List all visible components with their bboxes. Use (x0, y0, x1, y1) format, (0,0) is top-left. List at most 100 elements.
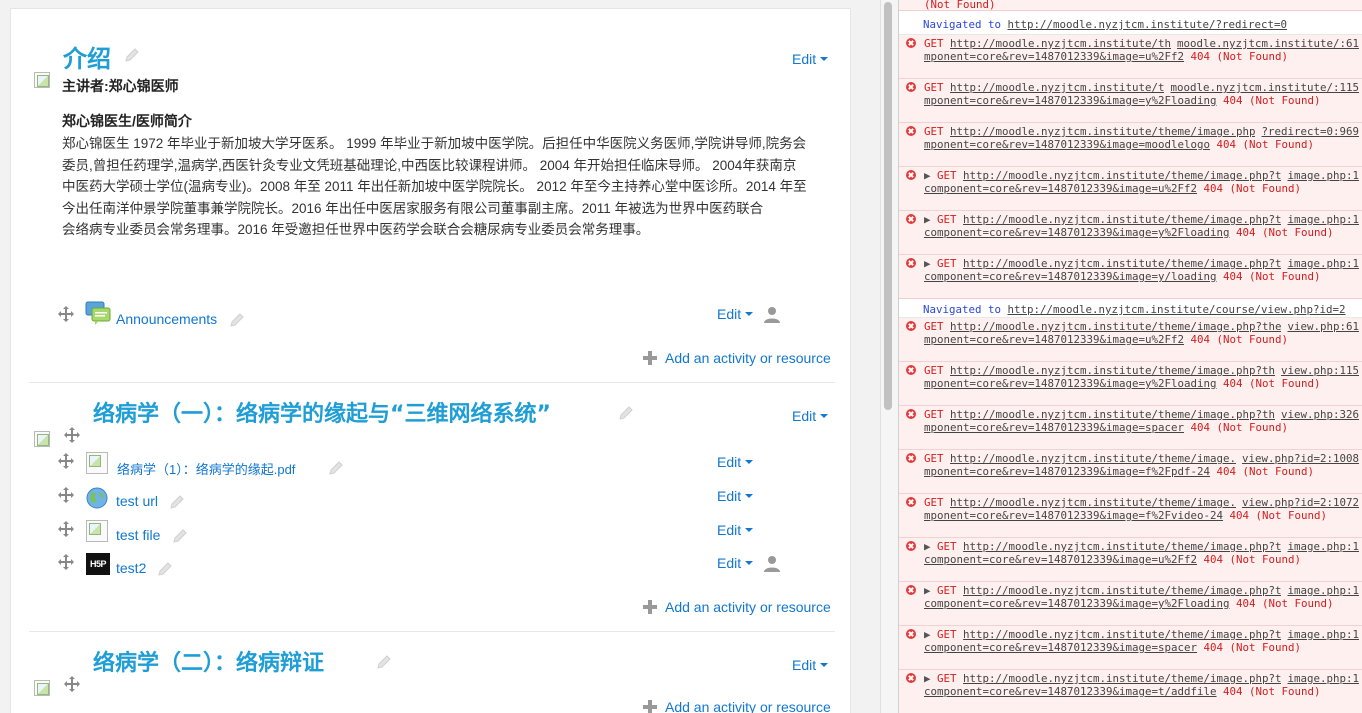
source-location-link[interactable]: view.php:61 (1281, 320, 1359, 333)
edit-label: Edit (717, 454, 742, 470)
console-error-line: ▶ GET http://moodle.nyzjtcm.institute/th… (899, 167, 1362, 211)
error-icon (906, 38, 916, 48)
expand-triangle-icon[interactable]: ▶ (924, 169, 937, 182)
activity-edit-menu[interactable]: Edit (717, 555, 754, 571)
source-location-link[interactable]: image.php:1 (1281, 584, 1359, 597)
activity-link-test2[interactable]: test2 (116, 560, 146, 576)
navigated-prefix: Navigated to (923, 303, 1008, 316)
move-section-handle-icon[interactable] (64, 676, 80, 692)
console-message: GET http://moodle.nyzjtcm.institute/them… (924, 364, 1359, 390)
add-activity-link-intro[interactable]: Add an activity or resource (643, 350, 831, 366)
move-section-handle-icon[interactable] (64, 427, 80, 443)
edit-name-pencil-icon[interactable] (328, 460, 344, 476)
edit-name-pencil-icon[interactable] (169, 494, 185, 510)
edit-title-pencil-icon[interactable] (124, 47, 140, 63)
expand-triangle-icon[interactable]: ▶ (924, 672, 937, 685)
bio-line: 会络病专业委员会常务理事。2016 年受邀担任世界中医药学会联合会糖尿病专业委员… (62, 222, 650, 237)
expand-triangle-icon[interactable]: ▶ (924, 584, 937, 597)
activity-link-pdf[interactable]: 络病学（1）：络病学的缘起.pdf (117, 459, 295, 478)
source-location-link[interactable]: view.php?id=2:1008 (1235, 452, 1359, 465)
http-method: GET (924, 364, 951, 377)
error-icon (906, 409, 916, 419)
edit-name-pencil-icon[interactable] (229, 312, 245, 328)
activity-edit-menu[interactable]: Edit (717, 522, 754, 538)
expand-triangle-icon[interactable]: ▶ (924, 540, 937, 553)
source-location-link[interactable]: moodle.nyzjtcm.institute/:115 (1164, 81, 1359, 94)
source-location-link[interactable]: moodle.nyzjtcm.institute/:61 (1170, 37, 1359, 50)
expand-triangle-icon[interactable]: ▶ (924, 257, 937, 270)
error-icon (906, 629, 916, 639)
file-icon-broken (86, 520, 108, 542)
move-handle-icon[interactable] (58, 554, 74, 570)
edit-title-pencil-icon[interactable] (376, 654, 392, 670)
error-icon (906, 126, 916, 136)
activity-edit-menu[interactable]: Edit (717, 488, 754, 504)
activity-edit-menu[interactable]: Edit (717, 454, 754, 470)
http-method: GET (937, 628, 964, 641)
lecturer-name: 主讲者:郑心锦医师 (62, 78, 179, 94)
console-error-line: GET http://moodle.nyzjtcm.institute/them… (899, 406, 1362, 450)
section-intro-edit-menu[interactable]: Edit (792, 51, 829, 67)
console-message: Navigated to http://moodle.nyzjtcm.insti… (923, 303, 1359, 316)
http-method: GET (924, 320, 951, 333)
activity-link-test-url[interactable]: test url (116, 493, 158, 509)
source-location-link[interactable]: view.php:115 (1274, 364, 1359, 377)
caret-down-icon (820, 663, 829, 668)
move-handle-icon[interactable] (58, 306, 74, 322)
http-status: 404 (Not Found) (1216, 94, 1321, 107)
http-method: GET (924, 81, 951, 94)
bio-line: 中医药大学硕士学位(温病专业)。2008 年至 2011 年出任新加坡中医学院院… (62, 179, 807, 194)
source-location-link[interactable]: image.php:1 (1281, 213, 1359, 226)
console-error-line: GET http://moodle.nyzjtcm.institute/them… (899, 362, 1362, 406)
http-method: GET (924, 452, 951, 465)
console-message: ▶ GET http://moodle.nyzjtcm.institute/th… (924, 540, 1359, 566)
edit-label: Edit (717, 306, 742, 322)
group-mode-person-icon[interactable] (763, 306, 781, 324)
group-mode-person-icon[interactable] (763, 555, 781, 573)
pdf-file-icon-broken (86, 452, 108, 474)
activity-link-test-file[interactable]: test file (116, 527, 160, 543)
http-method: GET (937, 169, 964, 182)
http-method: GET (924, 125, 951, 138)
move-handle-icon[interactable] (58, 453, 74, 469)
edit-name-pencil-icon[interactable] (157, 561, 173, 577)
source-location-link[interactable]: ?redirect=0:969 (1255, 125, 1359, 138)
move-handle-icon[interactable] (58, 487, 74, 503)
screen: 介绍 Edit 主讲者:郑心锦医师 郑心锦医生/医师简介 郑心锦医生 1972 … (0, 0, 1362, 713)
navigated-url-link[interactable]: http://moodle.nyzjtcm.institute/?redirec… (1008, 18, 1288, 31)
activity-edit-menu[interactable]: Edit (717, 306, 754, 322)
page-scrollbar-thumb[interactable] (884, 2, 892, 410)
navigated-url-link[interactable]: http://moodle.nyzjtcm.institute/course/v… (1008, 303, 1346, 316)
add-activity-link-section-one[interactable]: Add an activity or resource (643, 599, 831, 615)
section-title-two[interactable]: 络病学（二）：络病辩证 (93, 645, 324, 677)
error-icon (906, 258, 916, 268)
section-two-edit-menu[interactable]: Edit (792, 657, 829, 673)
section-image-broken (34, 680, 50, 696)
move-handle-icon[interactable] (58, 521, 74, 537)
add-activity-link-section-two[interactable]: Add an activity or resource (643, 699, 831, 713)
source-location-link[interactable]: image.php:1 (1281, 628, 1359, 641)
expand-triangle-icon[interactable]: ▶ (924, 213, 937, 226)
http-method: GET (937, 672, 964, 685)
section-title-intro[interactable]: 介绍 (63, 39, 111, 74)
source-location-link[interactable]: image.php:1 (1281, 672, 1359, 685)
edit-title-pencil-icon[interactable] (618, 405, 634, 421)
source-location-link[interactable]: view.php:326 (1274, 408, 1359, 421)
section-one-edit-menu[interactable]: Edit (792, 408, 829, 424)
section-title-one[interactable]: 络病学（一）：络病学的缘起与“三维网络系统” (93, 396, 551, 428)
edit-label: Edit (792, 408, 817, 424)
bio-line: 今出任南洋仲景学院董事兼学院院长。2016 年出任中医居家服务有限公司董事副主席… (62, 200, 764, 216)
console-message: ▶ GET http://moodle.nyzjtcm.institute/th… (924, 672, 1359, 698)
source-location-link[interactable]: image.php:1 (1281, 169, 1359, 182)
source-location-link[interactable]: image.php:1 (1281, 540, 1359, 553)
plus-icon (643, 600, 657, 614)
source-location-link[interactable]: image.php:1 (1281, 257, 1359, 270)
http-status: 404 (Not Found) (1197, 641, 1302, 654)
activity-link-announcements[interactable]: Announcements (116, 311, 217, 327)
expand-triangle-icon[interactable]: ▶ (924, 628, 937, 641)
error-icon (906, 541, 916, 551)
console-message: GET http://moodle.nyzjtcm.institute/them… (924, 408, 1359, 434)
source-location-link[interactable]: view.php?id=2:1072 (1235, 496, 1359, 509)
http-method: GET (924, 37, 951, 50)
edit-name-pencil-icon[interactable] (172, 528, 188, 544)
